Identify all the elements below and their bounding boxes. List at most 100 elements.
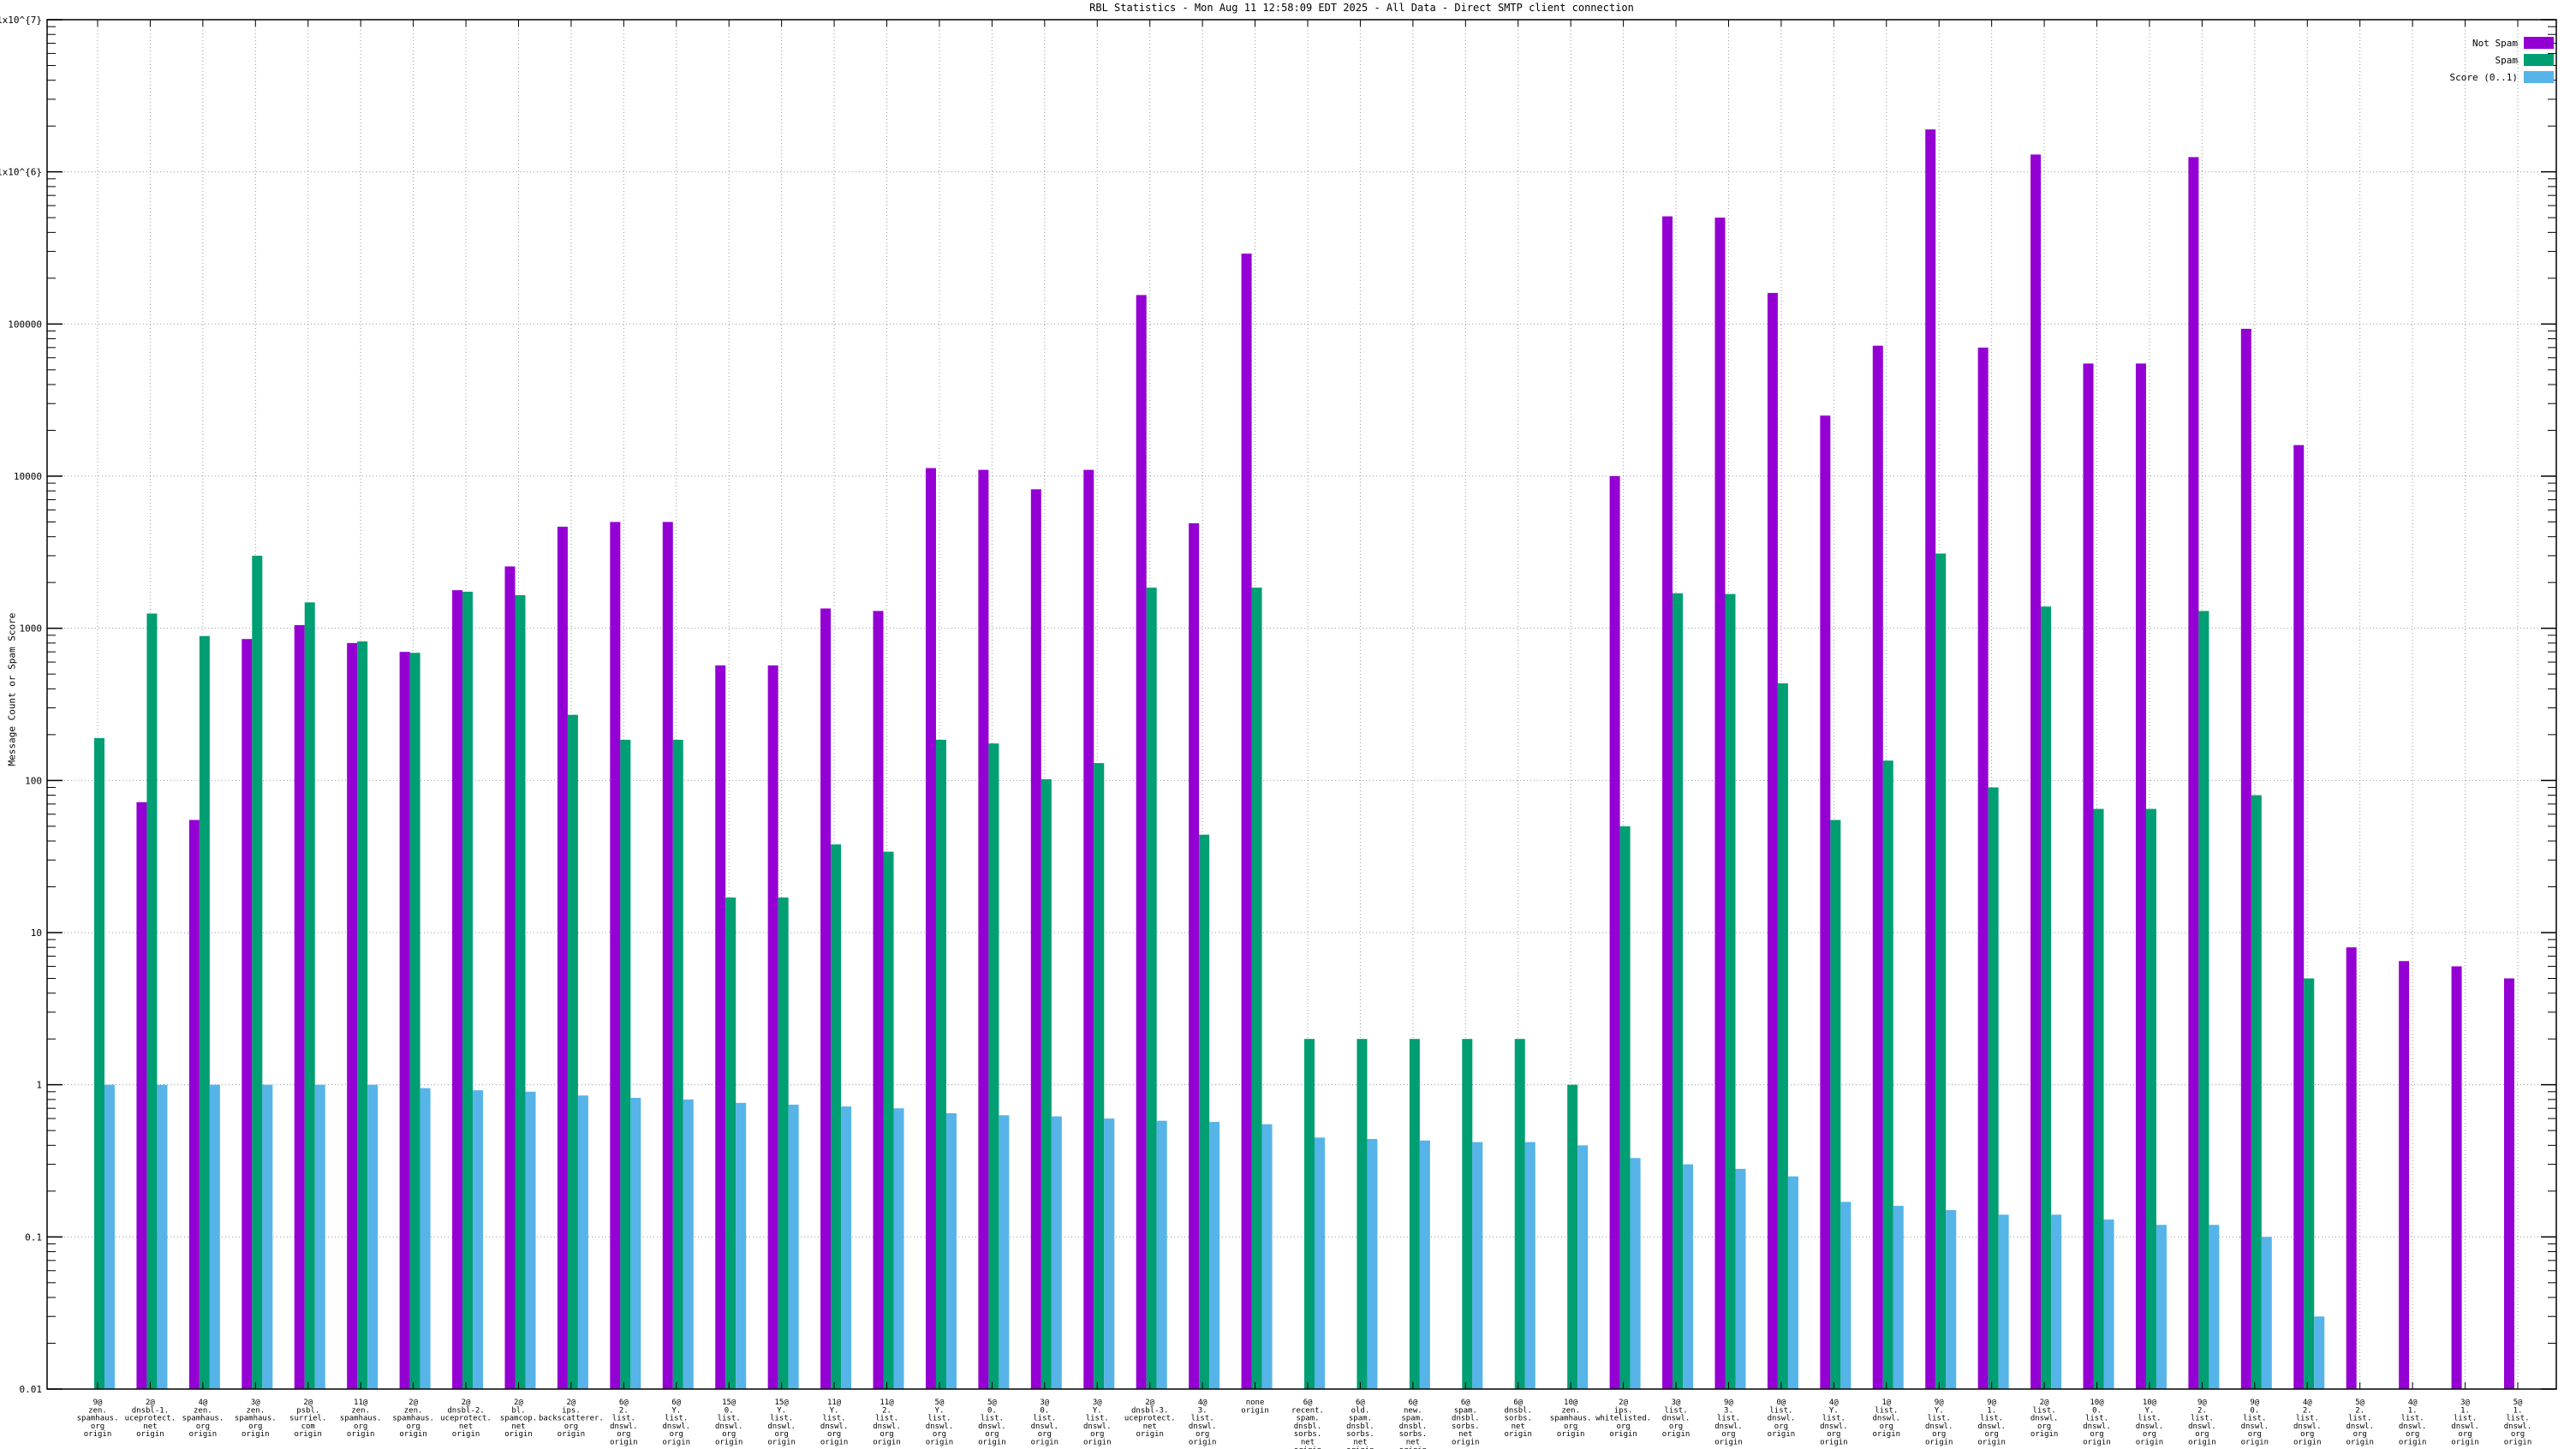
- x-tick-label: 5@Y.list.dnswl.orgorigin: [926, 1398, 954, 1447]
- x-tick-label: 6@recent.spam.dnsbl.sorbs.netorigin: [1291, 1398, 1324, 1449]
- bar-notspam: [978, 470, 988, 1389]
- bar-notspam: [2084, 363, 2094, 1389]
- bar-score: [2314, 1316, 2324, 1389]
- x-tick-label: 6@Y.list.dnswl.orgorigin: [663, 1398, 691, 1447]
- bar-score: [1104, 1118, 1114, 1389]
- bar-notspam: [2293, 445, 2304, 1389]
- bar-notspam: [347, 643, 357, 1389]
- x-tick-label: 4@Y.list.dnswl.orgorigin: [1820, 1398, 1848, 1447]
- legend-swatch-notspam: [2524, 37, 2554, 49]
- x-tick-label: 4@3.list.dnswl.orgorigin: [1189, 1398, 1217, 1447]
- legend-label-score: Score (0..1): [2450, 72, 2518, 83]
- bar-score: [1788, 1177, 1798, 1389]
- bar-notspam: [2399, 961, 2409, 1389]
- bar-score: [1472, 1142, 1482, 1389]
- x-tick-label: 11@2.list.dnswl.orgorigin: [873, 1398, 901, 1447]
- bar-score: [473, 1090, 483, 1389]
- legend-swatch-score: [2524, 71, 2554, 83]
- bar-notspam: [2136, 363, 2146, 1389]
- x-tick-label: 11@Y.list.dnswl.orgorigin: [820, 1398, 849, 1447]
- bar-spam: [2146, 809, 2156, 1389]
- x-tick-label: 2@dnsbl-3.uceprotect.netorigin: [1124, 1398, 1176, 1439]
- bar-spam: [1304, 1039, 1315, 1389]
- bar-score: [2209, 1225, 2219, 1389]
- x-tick-label: 9@zen.spamhaus.orgorigin: [77, 1398, 119, 1439]
- x-tick-label: 9@0.list.dnswl.orgorigin: [2241, 1398, 2269, 1447]
- bar-score: [1893, 1206, 1904, 1389]
- bar-score: [1999, 1214, 2009, 1389]
- bar-spam: [884, 852, 894, 1389]
- x-tick-label: 1@list.dnswl.orgorigin: [1873, 1398, 1901, 1439]
- y-tick-label: 10000: [14, 471, 42, 482]
- bar-spam: [1567, 1085, 1577, 1389]
- bar-notspam: [663, 522, 673, 1389]
- bar-score: [2262, 1237, 2272, 1389]
- bar-spam: [1410, 1039, 1420, 1389]
- bar-score: [1209, 1122, 1219, 1389]
- bar-notspam: [242, 639, 252, 1389]
- x-tick-label: 4@zen.spamhaus.orgorigin: [182, 1398, 224, 1439]
- x-tick-label: 2@list.dnswl.orgorigin: [2030, 1398, 2059, 1439]
- bar-score: [630, 1098, 641, 1389]
- bar-notspam: [1242, 253, 1252, 1389]
- x-tick-label: 9@Y.list.dnswl.orgorigin: [1925, 1398, 1953, 1447]
- bar-spam: [1147, 587, 1157, 1389]
- x-tick-label: 0@list.dnswl.orgorigin: [1768, 1398, 1796, 1439]
- x-tick-label: 11@zen.spamhaus.orgorigin: [340, 1398, 382, 1439]
- x-tick-label: 2@bl.spamcop.netorigin: [500, 1398, 537, 1439]
- x-tick-label: 6@old.spam.dnsbl.sorbs.netorigin: [1346, 1398, 1374, 1449]
- bar-score: [2156, 1225, 2167, 1389]
- bar-notspam: [1610, 476, 1620, 1389]
- bar-spam: [1357, 1039, 1367, 1389]
- bar-notspam: [1136, 295, 1147, 1389]
- bar-score: [2104, 1219, 2114, 1389]
- bar-score: [367, 1085, 378, 1389]
- bar-score: [525, 1092, 535, 1389]
- bar-spam: [462, 592, 473, 1389]
- bar-notspam: [136, 802, 146, 1389]
- y-tick-label: 0.1: [25, 1231, 42, 1243]
- bar-spam: [988, 743, 999, 1389]
- bar-score: [1052, 1117, 1062, 1389]
- x-tick-label: 9@1.list.dnswl.orgorigin: [1977, 1398, 2006, 1447]
- bar-score: [1367, 1139, 1377, 1389]
- bar-score: [157, 1085, 167, 1389]
- x-tick-label: 2@dnsbl-1.uceprotect.netorigin: [125, 1398, 176, 1439]
- bar-spam: [1462, 1039, 1472, 1389]
- bar-score: [1683, 1165, 1693, 1389]
- bar-spam: [2094, 809, 2104, 1389]
- bar-spam: [568, 715, 578, 1389]
- x-tick-label: 9@3.list.dnswl.orgorigin: [1714, 1398, 1743, 1447]
- bar-score: [1840, 1202, 1851, 1389]
- bar-spam: [1883, 760, 1893, 1389]
- bar-score: [262, 1085, 272, 1389]
- bar-spam: [620, 740, 630, 1389]
- bar-notspam: [1925, 129, 1935, 1389]
- y-tick-label: 100: [25, 775, 42, 786]
- bar-score: [841, 1106, 851, 1389]
- bar-notspam: [1083, 470, 1094, 1389]
- bar-spam: [725, 897, 736, 1389]
- x-tick-label: 3@0.list.dnswl.orgorigin: [1031, 1398, 1059, 1447]
- bar-spam: [673, 740, 683, 1389]
- y-tick-label: 1x10^{6}: [0, 167, 42, 178]
- bar-spam: [1094, 763, 1104, 1389]
- bar-spam: [94, 738, 104, 1389]
- bar-notspam: [1768, 293, 1778, 1389]
- bar-score: [1420, 1141, 1430, 1389]
- bar-score: [1157, 1121, 1167, 1389]
- x-tick-label: 6@spam.dnsbl.sorbs.netorigin: [1452, 1398, 1480, 1447]
- bar-spam: [1830, 820, 1840, 1389]
- bar-notspam: [2504, 978, 2514, 1389]
- bar-spam: [357, 641, 367, 1389]
- bar-spam: [1725, 594, 1735, 1389]
- bar-score: [736, 1103, 746, 1389]
- plot-area: 1x10^{7}1x10^{6}1000001000010001001010.1…: [0, 0, 2576, 1449]
- bar-spam: [1041, 779, 1052, 1389]
- bar-spam: [410, 653, 420, 1389]
- legend-label-spam: Spam: [2496, 55, 2519, 66]
- y-tick-label: 10: [31, 927, 42, 939]
- bar-score: [315, 1085, 325, 1389]
- bar-notspam: [1873, 346, 1883, 1389]
- x-tick-label: 10@zen.spamhaus.orgorigin: [1550, 1398, 1592, 1439]
